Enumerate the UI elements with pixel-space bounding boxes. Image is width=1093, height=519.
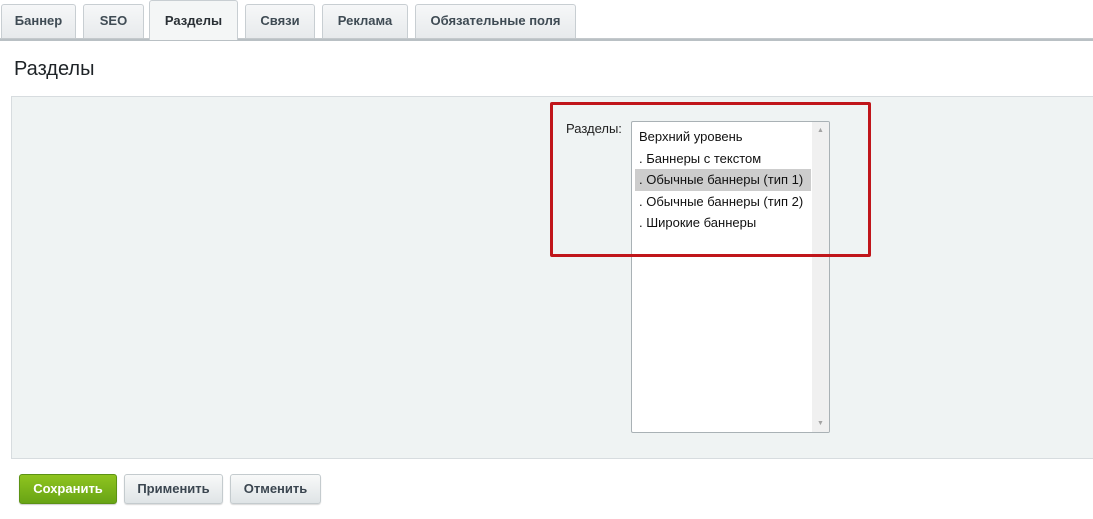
tab-sections[interactable]: Разделы: [149, 0, 238, 40]
sections-listbox[interactable]: Верхний уровень . Баннеры с текстом . Об…: [631, 121, 830, 433]
page-title: Разделы: [14, 58, 95, 80]
listbox-scrollbar[interactable]: ▲ ▼: [812, 122, 829, 432]
tab-links[interactable]: Связи: [245, 4, 315, 38]
cancel-button[interactable]: Отменить: [230, 474, 321, 504]
scroll-down-arrow-icon[interactable]: ▼: [812, 415, 829, 432]
option-regular-banners-type-2[interactable]: . Обычные баннеры (тип 2): [635, 191, 811, 213]
apply-button[interactable]: Применить: [124, 474, 223, 504]
tab-required-fields[interactable]: Обязательные поля: [415, 4, 576, 38]
tab-advertising[interactable]: Реклама: [322, 4, 408, 38]
scroll-up-arrow-icon[interactable]: ▲: [812, 122, 829, 139]
tab-seo[interactable]: SEO: [83, 4, 144, 38]
tab-banner[interactable]: Баннер: [1, 4, 76, 38]
option-top-level[interactable]: Верхний уровень: [635, 126, 811, 148]
option-regular-banners-type-1[interactable]: . Обычные баннеры (тип 1): [635, 169, 811, 191]
tab-bar: Баннер SEO Разделы Связи Реклама Обязате…: [0, 0, 1093, 45]
save-button[interactable]: Сохранить: [19, 474, 117, 504]
sections-options: Верхний уровень . Баннеры с текстом . Об…: [635, 126, 811, 234]
form-panel: [11, 96, 1093, 459]
sections-field-label: Разделы:: [566, 121, 622, 136]
option-text-banners[interactable]: . Баннеры с текстом: [635, 148, 811, 170]
option-wide-banners[interactable]: . Широкие баннеры: [635, 212, 811, 234]
